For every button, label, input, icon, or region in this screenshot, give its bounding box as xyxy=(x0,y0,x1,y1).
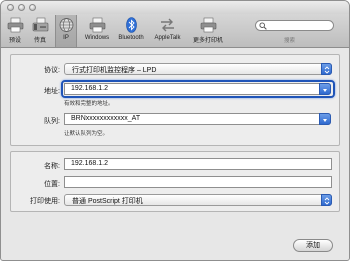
queue-dropdown-icon xyxy=(319,113,331,125)
address-dropdown-icon xyxy=(319,83,331,95)
toolbar-label-fax: 传真 xyxy=(33,38,46,44)
toolbar-item-bluetooth[interactable]: Bluetooth xyxy=(116,15,146,47)
toolbar-label-bluetooth: Bluetooth xyxy=(118,35,144,41)
toolbar-item-windows[interactable]: Windows xyxy=(82,15,112,47)
toolbar-item-more-printers[interactable]: 更多打印机 xyxy=(189,15,227,47)
queue-field[interactable]: BRNxxxxxxxxxxxx_AT xyxy=(64,113,321,125)
search-icon xyxy=(259,22,267,30)
search-caption: 搜索 xyxy=(284,38,296,44)
address-field[interactable]: 192.168.1.2 xyxy=(64,83,321,95)
minimize-window-button[interactable] xyxy=(18,4,25,11)
appletalk-icon xyxy=(161,18,174,32)
protocol-popup[interactable]: 行式打印机监控程序 – LPD xyxy=(64,63,332,75)
bluetooth-icon xyxy=(125,17,137,33)
queue-hint: 让默认队列为空。 xyxy=(64,131,109,137)
toolbar-label-default: 预设 xyxy=(8,38,21,44)
toolbar-item-ip[interactable]: IP xyxy=(55,15,77,47)
print-using-label: 打印使用: xyxy=(30,198,60,205)
queue-value: BRNxxxxxxxxxxxx_AT xyxy=(71,115,141,122)
windows-printer-icon xyxy=(89,17,105,33)
print-using-value: 普通 PostScript 打印机 xyxy=(72,198,143,205)
address-value: 192.168.1.2 xyxy=(71,85,108,92)
add-printer-window: 预设 传真 IP Windows Bluetooth AppleTalk 更多打… xyxy=(0,0,350,261)
toolbar-label-windows: Windows xyxy=(84,35,110,41)
close-window-button[interactable] xyxy=(7,4,14,11)
address-history-popup[interactable] xyxy=(319,83,331,95)
protocol-label: 协议: xyxy=(44,67,60,74)
location-field[interactable] xyxy=(64,176,332,188)
popup-arrows-icon xyxy=(321,63,332,75)
toolbar: 预设 传真 IP Windows Bluetooth AppleTalk 更多打… xyxy=(1,14,349,48)
name-field[interactable]: 192.168.1.2 xyxy=(64,158,332,170)
name-value: 192.168.1.2 xyxy=(71,160,108,167)
address-label: 地址: xyxy=(44,88,60,95)
default-printer-icon xyxy=(7,17,23,33)
location-label: 位置: xyxy=(44,181,60,188)
toolbar-item-default[interactable]: 预设 xyxy=(4,15,26,47)
title-bar xyxy=(1,1,349,14)
toolbar-label-appletalk: AppleTalk xyxy=(154,35,181,41)
zoom-window-button[interactable] xyxy=(29,4,36,11)
window-controls xyxy=(7,4,36,11)
more-printers-icon xyxy=(200,17,216,33)
ip-globe-icon xyxy=(59,18,73,32)
toolbar-item-appletalk[interactable]: AppleTalk xyxy=(151,15,184,47)
protocol-value: 行式打印机监控程序 – LPD xyxy=(72,67,157,74)
toolbar-label-ip: IP xyxy=(63,35,69,41)
queue-history-popup[interactable] xyxy=(319,113,331,125)
name-label: 名称: xyxy=(44,163,60,170)
print-using-popup[interactable]: 普通 PostScript 打印机 xyxy=(64,194,332,206)
toolbar-label-more-printers: 更多打印机 xyxy=(192,38,223,44)
fax-icon xyxy=(32,17,48,32)
search-field[interactable] xyxy=(255,20,334,31)
add-button[interactable]: 添加 xyxy=(293,239,333,252)
address-hint: 有效和完整的地址。 xyxy=(64,101,114,107)
toolbar-item-fax[interactable]: 传真 xyxy=(29,15,51,47)
print-using-arrows-icon xyxy=(321,194,332,206)
queue-label: 队列: xyxy=(44,118,60,125)
